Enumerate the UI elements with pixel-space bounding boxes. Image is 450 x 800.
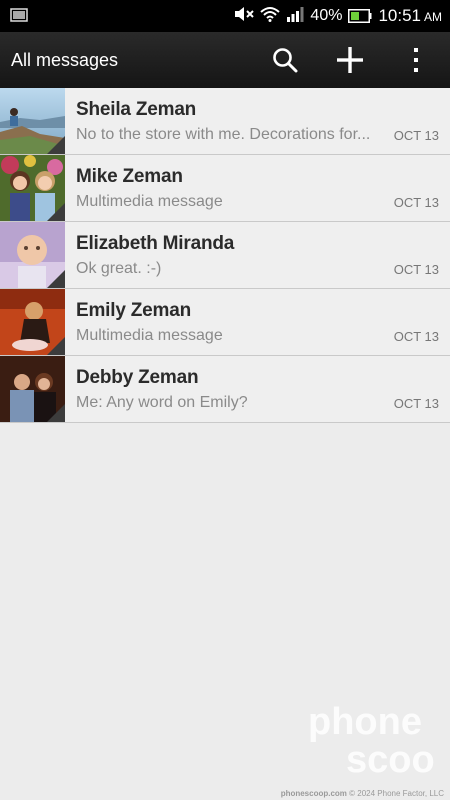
message-preview: Me: Any word on Emily?: [76, 394, 248, 411]
footer-site: phonescoop.com: [280, 789, 347, 798]
avatar-corner: [47, 404, 65, 422]
page-title: All messages: [11, 50, 119, 70]
avatar-corner: [47, 203, 65, 221]
new-message-button[interactable]: [330, 40, 370, 80]
avatar[interactable]: [0, 222, 65, 288]
conversation-row[interactable]: Mike Zeman Multimedia message OCT 13: [0, 155, 450, 222]
message-preview: No to the store with me. Decorations for…: [76, 126, 371, 143]
watermark-line1: phone: [308, 701, 422, 743]
message-preview: Multimedia message: [76, 327, 223, 344]
overflow-menu-icon: [414, 48, 418, 72]
conversation-row[interactable]: Emily Zeman Multimedia message OCT 13: [0, 289, 450, 356]
conversation-list: Sheila Zeman No to the store with me. De…: [0, 88, 450, 423]
search-button[interactable]: [265, 40, 305, 80]
avatar-corner: [47, 337, 65, 355]
contact-name: Debby Zeman: [76, 367, 199, 388]
status-bar: 40% 10:51 AM: [0, 0, 450, 32]
battery-percent: 40%: [310, 7, 343, 24]
avatar[interactable]: [0, 155, 65, 221]
clock-ampm: AM: [424, 10, 442, 24]
search-icon: [273, 48, 298, 73]
battery-icon: [348, 9, 372, 23]
message-preview: Multimedia message: [76, 193, 223, 210]
message-date: OCT 13: [393, 195, 439, 210]
avatar-corner: [47, 136, 65, 154]
avatar[interactable]: [0, 356, 65, 422]
contact-name: Elizabeth Miranda: [76, 233, 235, 254]
add-icon: [337, 47, 363, 73]
contact-name: Emily Zeman: [76, 300, 192, 321]
conversation-row[interactable]: Elizabeth Miranda Ok great. :-) OCT 13: [0, 222, 450, 289]
avatar[interactable]: [0, 88, 65, 154]
avatar[interactable]: [0, 289, 65, 355]
watermark-line2: scoop: [346, 739, 436, 780]
conversation-row[interactable]: Debby Zeman Me: Any word on Emily? OCT 1…: [0, 356, 450, 423]
phonescoop-watermark: phone scoop: [306, 700, 450, 781]
message-date: OCT 13: [393, 262, 439, 277]
screenshot-icon: [10, 8, 28, 27]
message-date: OCT 13: [393, 128, 439, 143]
mute-icon: [234, 6, 255, 27]
message-date: OCT 13: [393, 329, 439, 344]
clock-time: 10:51: [378, 6, 421, 25]
footer-copyright: © 2024 Phone Factor, LLC: [349, 789, 444, 798]
overflow-menu-button[interactable]: [396, 40, 436, 80]
contact-name: Mike Zeman: [76, 166, 183, 187]
conversation-row[interactable]: Sheila Zeman No to the store with me. De…: [0, 88, 450, 155]
message-date: OCT 13: [393, 396, 439, 411]
message-preview: Ok great. :-): [76, 260, 162, 277]
contact-name: Sheila Zeman: [76, 99, 197, 120]
avatar-corner: [47, 270, 65, 288]
action-bar: All messages: [0, 32, 450, 88]
wifi-icon: [260, 6, 281, 27]
footer-credit: phonescoop.com © 2024 Phone Factor, LLC: [281, 789, 444, 798]
signal-icon: [286, 6, 304, 27]
clock: 10:51 AM: [378, 6, 442, 26]
